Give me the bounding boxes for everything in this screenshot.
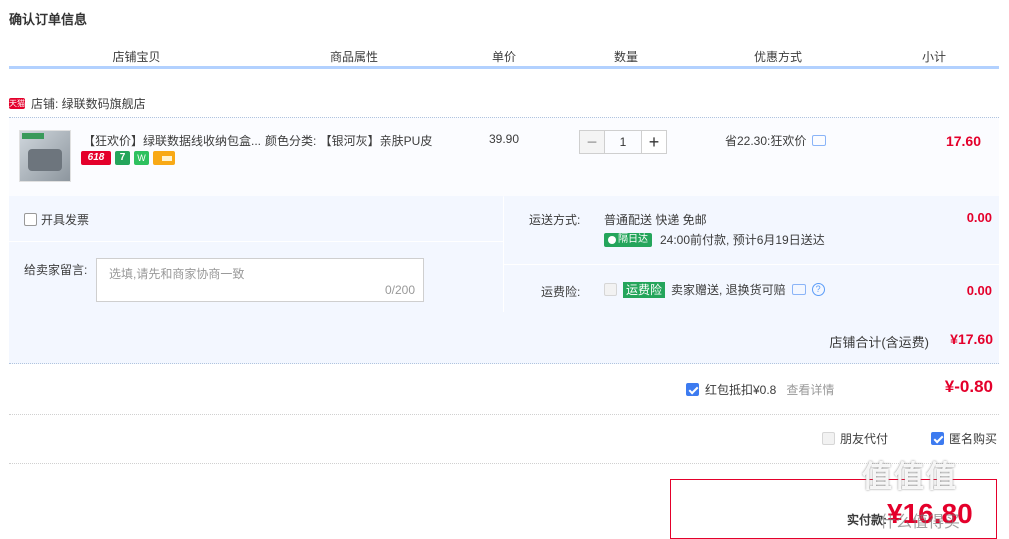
header-quantity: 数量 — [613, 50, 638, 64]
seller-message-input[interactable]: 选填,请先和商家协商一致 0/200 — [96, 258, 424, 302]
invoice-checkbox[interactable] — [24, 213, 37, 226]
friend-pay-label: 朋友代付 — [840, 432, 889, 446]
credit-card-icon — [153, 151, 175, 165]
618-badge-icon: 618 — [81, 151, 111, 165]
message-placeholder: 选填,请先和商家协商一致 — [109, 267, 245, 281]
insurance-tag: 运费险 — [623, 281, 666, 298]
qty-minus-button[interactable]: − — [579, 130, 605, 154]
next-day-badge: 隔日达 — [604, 232, 652, 247]
insurance-label: 运费险: — [541, 285, 581, 299]
order-table-header: 店铺宝贝 商品属性 单价 数量 优惠方式 小计 — [9, 44, 999, 69]
red-packet-option: 红包抵扣¥0.8 查看详情 — [686, 381, 834, 398]
site-watermark-sub: 什么值得买 — [880, 514, 961, 531]
product-name-link[interactable]: 【狂欢价】绿联数据线收纳包盒... — [83, 132, 263, 149]
product-attribute: 颜色分类: 【银河灰】亲肤PU皮 — [265, 134, 433, 148]
shipping-method: 普通配送 快递 免邮 — [604, 213, 707, 227]
shop-total-value: ¥17.60 — [950, 331, 993, 347]
delivery-estimate: 隔日达 24:00前付款, 预计6月19日送达 — [604, 231, 825, 248]
header-discount: 优惠方式 — [753, 50, 802, 64]
help-icon[interactable]: ? — [811, 283, 825, 296]
qty-input[interactable]: 1 — [605, 130, 641, 154]
header-shop-item: 店铺宝贝 — [112, 50, 161, 64]
red-packet-row: 红包抵扣¥0.8 查看详情 ¥-0.80 — [9, 364, 999, 415]
shipping-label: 运送方式: — [529, 213, 581, 227]
red-packet-checkbox[interactable] — [686, 383, 699, 396]
anonymous-checkbox[interactable] — [931, 432, 944, 445]
unit-price: 39.90 — [489, 132, 520, 146]
qty-plus-button[interactable]: + — [641, 130, 667, 154]
comment-icon[interactable] — [812, 135, 827, 146]
insurance-text: 卖家赠送, 退换货可赔 — [671, 283, 786, 297]
purchase-options-row: 朋友代付 匿名购买 — [9, 415, 999, 464]
insurance-checkbox — [604, 283, 617, 296]
shop-line: 天猫 店铺: 绿联数码旗舰店 — [9, 95, 146, 112]
product-thumbnail[interactable] — [19, 130, 71, 182]
anonymous-option: 匿名购买 — [931, 430, 997, 447]
discount-text: 省22.30:狂欢价 — [725, 134, 807, 148]
product-badges: 618 7 W — [81, 151, 175, 165]
message-label: 给卖家留言: — [24, 263, 88, 277]
page-title: 确认订单信息 — [9, 12, 88, 27]
item-subtotal: 17.60 — [945, 133, 981, 149]
header-attributes: 商品属性 — [329, 50, 378, 64]
shipping-panel: 运送方式: 普通配送 快递 免邮 隔日达 24:00前付款, 预计6月19日送达… — [504, 196, 999, 312]
warranty-icon: W — [134, 151, 149, 165]
red-packet-details-link[interactable]: 查看详情 — [786, 381, 834, 398]
invoice-label: 开具发票 — [41, 213, 90, 227]
site-watermark: 值值值 — [862, 461, 958, 494]
header-subtotal: 小计 — [921, 50, 946, 64]
anonymous-label: 匿名购买 — [949, 432, 998, 446]
order-options-panel: 开具发票 给卖家留言: 选填,请先和商家协商一致 0/200 — [9, 196, 503, 312]
insurance-content: 运费险 卖家赠送, 退换货可赔 ? — [604, 281, 825, 298]
friend-pay-checkbox[interactable] — [822, 432, 835, 445]
shop-total-label: 店铺合计(含运费) — [829, 335, 929, 350]
tmall-icon: 天猫 — [9, 98, 25, 109]
discount-method: 省22.30:狂欢价 — [725, 132, 827, 149]
comment-icon[interactable] — [791, 284, 806, 295]
insurance-row: 运费险: 运费险 卖家赠送, 退换货可赔 ? 0.00 — [504, 264, 999, 313]
red-packet-label: 红包抵扣¥0.8 — [705, 383, 777, 397]
header-price: 单价 — [491, 50, 516, 64]
insurance-fee: 0.00 — [966, 283, 992, 298]
red-packet-value: ¥-0.80 — [944, 377, 993, 396]
quantity-stepper: − 1 + — [579, 130, 667, 154]
seven-day-return-icon: 7 — [115, 151, 130, 165]
shipping-fee: 0.00 — [966, 210, 992, 225]
order-item-row: 【狂欢价】绿联数据线收纳包盒... 618 7 W 颜色分类: 【银河灰】亲肤P… — [9, 117, 999, 197]
delivery-eta: 24:00前付款, 预计6月19日送达 — [660, 233, 825, 247]
friend-pay-option: 朋友代付 — [822, 430, 888, 447]
message-char-count: 0/200 — [384, 283, 415, 297]
lightning-icon — [608, 235, 616, 244]
invoice-row: 开具发票 — [9, 196, 503, 242]
shop-name[interactable]: 店铺: 绿联数码旗舰店 — [31, 95, 146, 112]
shop-total-row: 店铺合计(含运费) ¥17.60 — [9, 312, 999, 364]
